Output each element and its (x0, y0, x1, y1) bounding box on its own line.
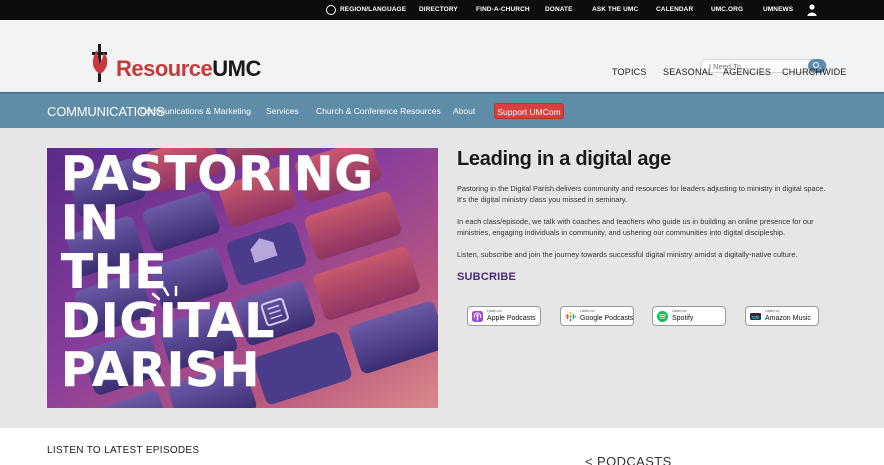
hero-line: DIGITAL (61, 294, 276, 349)
logo-text-umc: UMC (212, 56, 261, 81)
nav-topics[interactable]: TOPICS (612, 66, 647, 78)
region-language-link[interactable]: REGION/LANGUAGE (340, 0, 406, 20)
google-podcasts-label: Google Podcasts (580, 315, 634, 322)
hero-line: THE (61, 245, 168, 300)
apple-podcasts-label: Apple Podcasts (487, 315, 536, 322)
spotify-icon (657, 311, 668, 322)
description-paragraph: In each class/episode, we talk with coac… (457, 217, 814, 237)
podcasts-back-link[interactable]: < PODCASTS (585, 454, 672, 465)
google-podcasts-icon (565, 311, 576, 322)
intro-paragraph: Pastoring in the Digital Parish delivers… (457, 184, 826, 204)
hero-title: PASTORING IN THE DIGITAL PARISH (61, 148, 374, 398)
ask-the-umc-link[interactable]: ASK THE UMC (592, 0, 638, 20)
google-podcasts-button[interactable]: Listen on Google Podcasts (560, 306, 634, 326)
spotify-button[interactable]: Listen on Spotify (652, 306, 726, 326)
subscribe-heading: SUBCRIBE (457, 271, 517, 283)
hero-line: PASTORING (61, 148, 374, 202)
page-heading: Leading in a digital age (457, 148, 671, 170)
apple-podcasts-button[interactable]: Listen on Apple Podcasts (467, 306, 541, 326)
apple-podcasts-icon (472, 311, 483, 322)
utility-bar: REGION/LANGUAGE DIRECTORY FIND-A-CHURCH … (0, 0, 884, 20)
user-icon[interactable] (807, 4, 817, 16)
nav-agencies[interactable]: AGENCIES (723, 66, 771, 78)
latest-episodes-heading: LISTEN TO LATEST EPISODES (47, 445, 200, 456)
cta-paragraph: Listen, subscribe and join the journey t… (457, 250, 798, 259)
globe-icon[interactable] (326, 5, 336, 15)
amazon-music-icon: music (750, 313, 761, 320)
site-logo[interactable]: ResourceUMC (116, 56, 261, 82)
donate-link[interactable]: DONATE (545, 0, 573, 20)
subnav-church-conference-resources[interactable]: Church & Conference Resources (316, 105, 441, 117)
svg-text:music: music (752, 314, 760, 318)
subnav-services[interactable]: Services (266, 105, 299, 117)
subnav-about[interactable]: About (453, 105, 475, 117)
amazon-music-label: Amazon Music (765, 315, 811, 322)
nav-churchwide[interactable]: CHURCHWIDE (782, 66, 847, 78)
directory-link[interactable]: DIRECTORY (419, 0, 458, 20)
find-a-church-link[interactable]: FIND-A-CHURCH (476, 0, 530, 20)
hero-line: PARISH (61, 343, 261, 398)
logo-text-resource: Resource (116, 56, 213, 81)
hero-line: IN (61, 196, 120, 251)
spotify-label: Spotify (672, 315, 694, 322)
podcast-hero-image: PASTORING IN THE DIGITAL PARISH (47, 148, 438, 408)
support-umcom-button[interactable]: Support UMCom (494, 103, 564, 119)
cross-and-flame-icon[interactable] (88, 44, 112, 82)
umc-org-link[interactable]: UMC.ORG (711, 0, 743, 20)
episodes-section: LISTEN TO LATEST EPISODES < PODCASTS (0, 428, 884, 465)
umnews-link[interactable]: UMNEWS (763, 0, 793, 20)
section-nav: COMMUNICATIONS Communications & Marketin… (0, 92, 884, 128)
amazon-music-button[interactable]: music Listen on Amazon Music (745, 306, 819, 326)
calendar-link[interactable]: CALENDAR (656, 0, 693, 20)
site-header: ResourceUMC TOPICS SEASONAL AGENCIES CHU… (0, 20, 884, 91)
subnav-communications-marketing[interactable]: Communications & Marketing (140, 105, 251, 117)
nav-seasonal[interactable]: SEASONAL (663, 66, 713, 78)
